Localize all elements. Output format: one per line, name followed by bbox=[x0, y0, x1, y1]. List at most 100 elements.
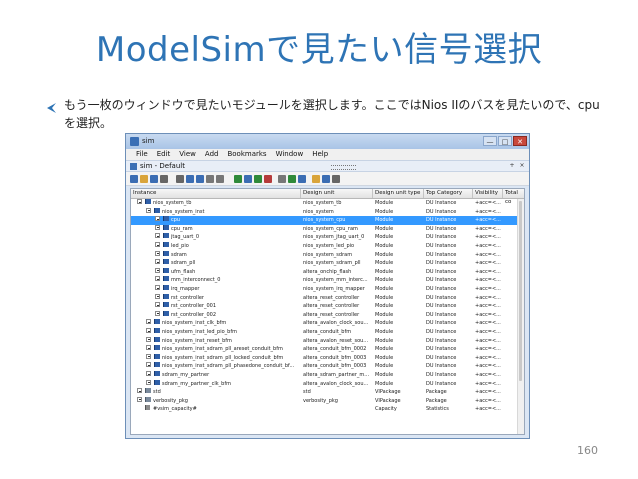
menu-add[interactable]: Add bbox=[205, 149, 219, 160]
expand-icon[interactable] bbox=[155, 233, 160, 239]
wave-icon[interactable] bbox=[288, 175, 296, 183]
expand-icon[interactable] bbox=[155, 285, 160, 290]
expand-icon[interactable] bbox=[137, 388, 142, 394]
expand-icon[interactable] bbox=[155, 276, 160, 282]
zoom-icon[interactable] bbox=[264, 175, 272, 183]
collapse-icon[interactable] bbox=[137, 199, 142, 204]
expand-icon[interactable] bbox=[146, 353, 151, 359]
design-unit-type-cell: Module bbox=[375, 217, 394, 224]
table-row[interactable]: std std VIPackage Package +acc=<... bbox=[131, 388, 524, 397]
module-icon bbox=[163, 216, 169, 222]
run-icon[interactable] bbox=[254, 175, 262, 183]
table-row[interactable]: jtag_uart_0 nios_system_jtag_uart_0 Module… bbox=[131, 233, 524, 242]
new-icon[interactable] bbox=[130, 175, 138, 183]
column-header-visibility[interactable]: Visibility bbox=[473, 189, 503, 198]
print-icon[interactable] bbox=[160, 175, 168, 183]
break-icon[interactable] bbox=[278, 175, 286, 183]
menu-bookmarks[interactable]: Bookmarks bbox=[227, 149, 266, 160]
table-row[interactable]: led_pio nios_system_led_pio Module DU Insta… bbox=[131, 242, 524, 251]
table-row[interactable]: nios_system_inst_sdram_pll_areset_condui… bbox=[131, 345, 524, 354]
expand-icon[interactable] bbox=[146, 379, 151, 385]
expand-icon[interactable] bbox=[146, 345, 151, 351]
table-row[interactable]: nios_system_inst_sdram_pll_locked_condui… bbox=[131, 353, 524, 363]
menu-help[interactable]: Help bbox=[312, 149, 328, 160]
table-row[interactable]: ufm_flash altera_onchip_flash Module DU Ins… bbox=[131, 267, 524, 277]
expand-icon[interactable] bbox=[155, 250, 160, 256]
table-row[interactable]: cpu_ram nios_system_cpu_ram Module DU Insta… bbox=[131, 224, 524, 234]
expand-icon[interactable] bbox=[155, 293, 160, 299]
menu-edit[interactable]: Edit bbox=[157, 149, 171, 160]
undo-icon[interactable] bbox=[206, 175, 214, 183]
table-row[interactable]: rst_controller_002 altera_reset_controlle… bbox=[131, 310, 524, 320]
expand-icon[interactable] bbox=[155, 267, 160, 273]
maximize-button[interactable]: □ bbox=[498, 136, 512, 146]
drag-grip[interactable] bbox=[331, 165, 356, 170]
column-header-total[interactable]: Total co bbox=[503, 189, 524, 205]
column-header-design-unit[interactable]: Design unit bbox=[301, 189, 373, 198]
next-icon[interactable] bbox=[322, 175, 330, 183]
table-row[interactable]: irq_mapper nios_system_irq_mapper Module DU… bbox=[131, 285, 524, 294]
pane-close-button[interactable]: × bbox=[518, 162, 526, 170]
design-unit-type-cell: VIPackage bbox=[375, 389, 401, 396]
table-row[interactable]: #vsim_capacity# Capacity Statistics +acc=<.… bbox=[131, 405, 524, 414]
table-row[interactable]: rst_controller altera_reset_controller Mod… bbox=[131, 293, 524, 303]
instance-cell: verbosity_pkg bbox=[153, 397, 188, 404]
menu-window[interactable]: Window bbox=[276, 149, 304, 160]
minimize-button[interactable]: — bbox=[483, 136, 497, 146]
column-header-top-category[interactable]: Top Category bbox=[424, 189, 473, 198]
save-icon[interactable] bbox=[150, 175, 158, 183]
expand-icon[interactable] bbox=[146, 336, 151, 342]
expand-icon[interactable] bbox=[155, 216, 160, 222]
step-icon[interactable] bbox=[244, 175, 252, 183]
expand-icon[interactable] bbox=[155, 242, 160, 247]
menu-file[interactable]: File bbox=[136, 149, 148, 160]
find-icon[interactable] bbox=[234, 175, 242, 183]
open-icon[interactable] bbox=[140, 175, 148, 183]
compile-icon[interactable] bbox=[298, 175, 306, 183]
close-button[interactable]: ✕ bbox=[513, 136, 527, 146]
collapse-icon[interactable] bbox=[146, 207, 151, 213]
restart-icon[interactable] bbox=[312, 175, 320, 183]
copy-icon[interactable] bbox=[186, 175, 194, 183]
expand-icon[interactable] bbox=[146, 371, 151, 376]
expand-icon[interactable] bbox=[155, 259, 160, 265]
table-row[interactable]: mm_interconnect_0 nios_system_mm_interc..… bbox=[131, 276, 524, 285]
layout-icon[interactable] bbox=[332, 175, 340, 183]
visibility-cell: +acc=<... bbox=[475, 320, 501, 327]
redo-icon[interactable] bbox=[216, 175, 224, 183]
table-row[interactable]: nios_system_inst_sdram_pll_phasedone_con… bbox=[131, 362, 524, 371]
visibility-cell: +acc=<... bbox=[475, 329, 501, 335]
expand-icon[interactable] bbox=[146, 319, 151, 325]
table-row[interactable]: sdram_pll nios_system_sdram_pll Module DU I… bbox=[131, 259, 524, 268]
table-row[interactable]: nios_system_inst_clk_bfm altera_avalon_cl… bbox=[131, 319, 524, 328]
expand-icon[interactable] bbox=[146, 328, 151, 333]
expand-icon[interactable] bbox=[155, 310, 160, 316]
table-row[interactable]: rst_controller_001 altera_reset_controlle… bbox=[131, 302, 524, 311]
table-row[interactable]: nios_system_inst nios_system Module DU Inst… bbox=[131, 207, 524, 217]
design-unit-type-cell: Module bbox=[375, 320, 394, 327]
menu-view[interactable]: View bbox=[179, 149, 196, 160]
table-row[interactable]: nios_system_tb nios_system_tb Module DU Ins… bbox=[131, 199, 524, 208]
module-icon bbox=[154, 328, 160, 333]
table-row[interactable]: sdram nios_system_sdram Module DU Instance +… bbox=[131, 250, 524, 260]
pane-dock-button[interactable]: + bbox=[508, 162, 516, 170]
scrollbar-thumb[interactable] bbox=[519, 201, 522, 381]
table-row[interactable]: cpu nios_system_cpu Module DU Instance +acc=… bbox=[131, 216, 524, 225]
vertical-scrollbar[interactable] bbox=[517, 199, 524, 434]
expand-icon[interactable] bbox=[155, 302, 160, 308]
window-titlebar[interactable]: sim — □ ✕ bbox=[126, 134, 529, 149]
paste-icon[interactable] bbox=[196, 175, 204, 183]
table-row[interactable]: nios_system_inst_led_pio_bfm altera_condu… bbox=[131, 328, 524, 337]
top-category-cell: DU Instance bbox=[426, 380, 457, 387]
expand-icon[interactable] bbox=[137, 396, 142, 402]
table-row[interactable]: sdram_my_partner altera_sdram_partner_m..… bbox=[131, 371, 524, 380]
expand-icon[interactable] bbox=[146, 362, 151, 368]
table-row[interactable]: nios_system_inst_reset_bfm altera_avalon_… bbox=[131, 336, 524, 346]
expand-icon[interactable] bbox=[155, 224, 160, 230]
cut-icon[interactable] bbox=[176, 175, 184, 183]
design-unit-type-cell: Module bbox=[375, 311, 394, 318]
table-row[interactable]: sdram_my_partner_clk_bfm altera_avalon_cl… bbox=[131, 379, 524, 389]
table-row[interactable]: verbosity_pkg verbosity_pkg VIPackage Packa… bbox=[131, 396, 524, 406]
column-header-instance[interactable]: Instance bbox=[131, 189, 301, 198]
column-header-design-unit-type[interactable]: Design unit type bbox=[373, 189, 424, 198]
